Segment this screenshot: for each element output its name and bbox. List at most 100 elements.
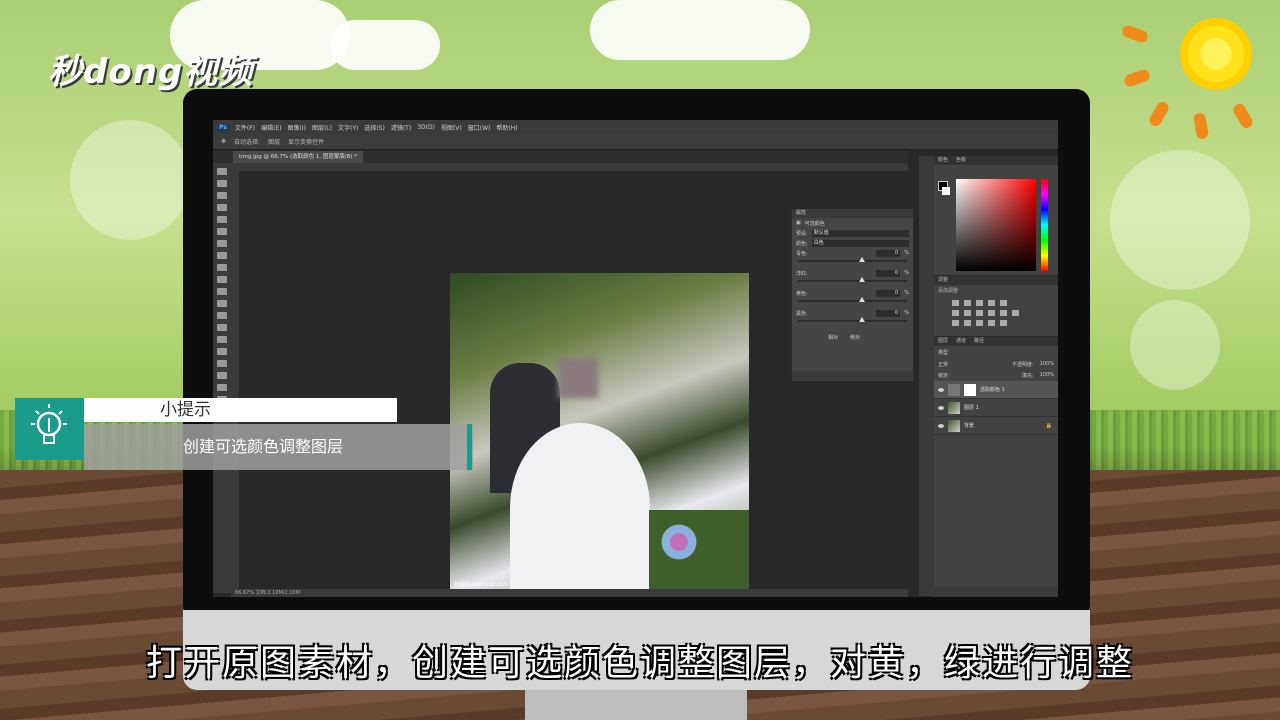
black-slider-thumb[interactable] [859, 317, 866, 322]
shape-tool-icon[interactable] [217, 372, 227, 379]
blend-mode-select[interactable]: 正常 [938, 361, 948, 368]
visibility-eye-icon[interactable] [938, 423, 944, 428]
cyan-value[interactable]: 0 [876, 249, 901, 257]
auto-select-dropdown[interactable]: 图层 [268, 137, 280, 146]
layer-kind-select[interactable]: 类型 [938, 349, 948, 356]
cyan-slider-thumb[interactable] [859, 257, 866, 262]
tip-body: 创建可选颜色调整图层 [84, 424, 473, 470]
tab-color[interactable]: 颜色 [938, 156, 948, 165]
color-balance-icon[interactable] [964, 310, 971, 316]
menu-layer[interactable]: 图层(L) [312, 123, 332, 132]
radio-relative[interactable]: 相对 [828, 334, 838, 341]
yellow-slider[interactable] [798, 297, 907, 302]
tab-swatches[interactable]: 色板 [956, 156, 966, 165]
preset-row: 预设: 默认值 [792, 228, 913, 238]
color-lookup-icon[interactable] [1012, 310, 1019, 316]
menu-help[interactable]: 帮助(H) [496, 123, 517, 132]
cloud [590, 0, 810, 60]
layer-mask-thumbnail[interactable] [964, 383, 976, 396]
posterize-icon[interactable] [964, 320, 971, 326]
menu-edit[interactable]: 编辑(E) [261, 123, 281, 132]
brush-tool-icon[interactable] [217, 252, 227, 259]
sun-icon [1180, 18, 1252, 90]
brightness-icon[interactable] [952, 300, 959, 306]
wedding-photo: 新图网 www.nipic.com [450, 273, 749, 590]
yellow-value[interactable]: 0 [876, 289, 901, 297]
black-slider[interactable] [798, 317, 907, 322]
sun-ray [1192, 112, 1210, 140]
layer-row[interactable]: 选取颜色 1 [934, 381, 1058, 399]
menu-type[interactable]: 文字(Y) [338, 123, 358, 132]
type-tool-icon[interactable] [217, 348, 227, 355]
marquee-tool-icon[interactable] [217, 180, 227, 187]
eyedropper-tool-icon[interactable] [217, 228, 227, 235]
layer-row[interactable]: 背景 🔒 [934, 417, 1058, 435]
menu-window[interactable]: 窗口(W) [468, 123, 491, 132]
background-color[interactable] [942, 187, 950, 195]
dodge-tool-icon[interactable] [217, 324, 227, 331]
layer-name: 选取颜色 1 [980, 387, 1005, 393]
magenta-value[interactable]: 0 [876, 269, 901, 277]
bokeh-light [1110, 150, 1250, 290]
crop-tool-icon[interactable] [217, 216, 227, 223]
colors-select[interactable]: 白色 [811, 239, 909, 247]
tab-channels[interactable]: 通道 [956, 337, 966, 346]
menu-3d[interactable]: 3D(D) [417, 124, 435, 131]
healing-tool-icon[interactable] [217, 240, 227, 247]
visibility-eye-icon[interactable] [938, 405, 944, 410]
path-select-icon[interactable] [217, 360, 227, 367]
hue-slider[interactable] [1041, 179, 1048, 271]
show-transform-checkbox[interactable]: 显示变换控件 [288, 137, 324, 146]
levels-icon[interactable] [964, 300, 971, 306]
blur-tool-icon[interactable] [217, 312, 227, 319]
document-tab[interactable]: timg.jpg @ 66.7% (选取颜色 1, 图层蒙版/8) * [233, 151, 363, 163]
pen-tool-icon[interactable] [217, 336, 227, 343]
menu-view[interactable]: 视图(V) [441, 123, 462, 132]
photo-filter-icon[interactable] [988, 310, 995, 316]
layer-name: 图层 1 [964, 405, 979, 411]
threshold-icon[interactable] [976, 320, 983, 326]
auto-select-checkbox[interactable]: 自动选择: [234, 137, 260, 146]
magenta-slider-thumb[interactable] [859, 277, 866, 282]
magenta-slider[interactable] [798, 277, 907, 282]
move-tool-icon[interactable] [217, 168, 227, 175]
selective-color-icon[interactable] [1000, 320, 1007, 326]
tip-title: 小提示 [84, 398, 397, 422]
visibility-eye-icon[interactable] [938, 387, 944, 392]
eraser-tool-icon[interactable] [217, 288, 227, 295]
menu-file[interactable]: 文件(F) [235, 123, 255, 132]
history-brush-icon[interactable] [217, 276, 227, 283]
cyan-slider[interactable] [798, 257, 907, 262]
menu-image[interactable]: 图像(I) [288, 123, 306, 132]
saturation-field[interactable] [956, 179, 1036, 271]
exposure-icon[interactable] [988, 300, 995, 306]
lasso-tool-icon[interactable] [217, 192, 227, 199]
menu-filter[interactable]: 滤镜(T) [391, 123, 411, 132]
fg-bg-swatches[interactable] [938, 181, 950, 195]
opacity-value[interactable]: 100% [1040, 361, 1054, 368]
tab-layers[interactable]: 图层 [938, 337, 948, 346]
layer-row[interactable]: 图层 1 [934, 399, 1058, 417]
fill-value[interactable]: 100% [1040, 372, 1054, 379]
quick-select-tool-icon[interactable] [217, 204, 227, 211]
curves-icon[interactable] [976, 300, 983, 306]
layers-panel-tabs: 图层 通道 路径 [934, 337, 1058, 346]
stamp-tool-icon[interactable] [217, 264, 227, 271]
bw-icon[interactable] [976, 310, 983, 316]
tab-paths[interactable]: 路径 [974, 337, 984, 346]
channel-mixer-icon[interactable] [1000, 310, 1007, 316]
hand-tool-icon[interactable] [217, 384, 227, 391]
vibrance-icon[interactable] [1000, 300, 1007, 306]
gradient-map-icon[interactable] [988, 320, 995, 326]
radio-absolute[interactable]: 绝对 [850, 334, 860, 341]
blend-row: 正常 不透明度: 100% [934, 359, 1058, 370]
yellow-slider-thumb[interactable] [859, 297, 866, 302]
move-tool-icon[interactable]: ✥ [221, 138, 226, 145]
hue-sat-icon[interactable] [952, 310, 959, 316]
invert-icon[interactable] [952, 320, 959, 326]
preset-select[interactable]: 默认值 [811, 229, 909, 237]
black-value[interactable]: 0 [876, 309, 901, 317]
gradient-tool-icon[interactable] [217, 300, 227, 307]
document-tab-bar: timg.jpg @ 66.7% (选取颜色 1, 图层蒙版/8) * [213, 151, 908, 163]
menu-select[interactable]: 选择(S) [364, 123, 385, 132]
